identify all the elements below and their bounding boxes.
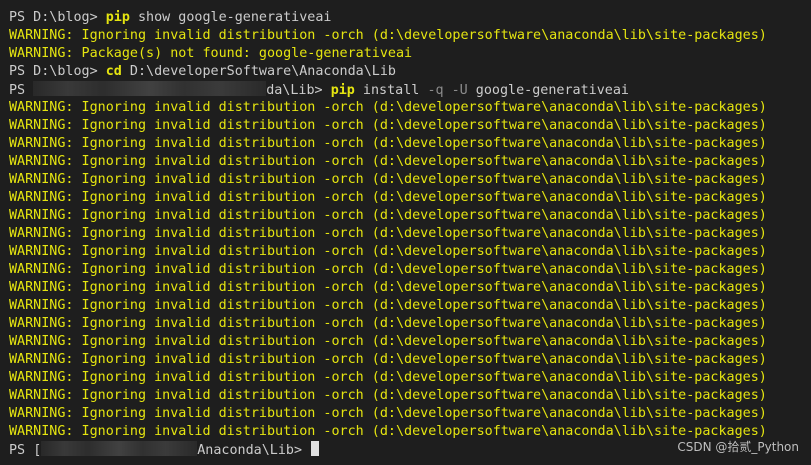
warning-line: WARNING: Ignoring invalid distribution -…	[9, 154, 767, 169]
warning-line: WARNING: Ignoring invalid distribution -…	[9, 28, 767, 43]
command-name: pip	[105, 10, 130, 25]
warning-line: WARNING: Ignoring invalid distribution -…	[9, 388, 767, 403]
warning-line: WARNING: Ignoring invalid distribution -…	[9, 406, 767, 421]
command-args: D:\developerSoftware\Anaconda\Lib	[121, 64, 396, 79]
text-cursor	[311, 441, 320, 456]
command-args: show google-generativeai	[129, 10, 332, 25]
warning-line: WARNING: Ignoring invalid distribution -…	[9, 370, 767, 385]
terminal-line: PS da\Lib> pip install -q -U google-gene…	[9, 81, 811, 99]
command-name: cd	[105, 64, 122, 79]
warning-line: WARNING: Ignoring invalid distribution -…	[9, 316, 767, 331]
warning-line: WARNING: Ignoring invalid distribution -…	[9, 298, 767, 313]
prompt: PS D:\blog>	[9, 64, 106, 79]
warning-line: WARNING: Ignoring invalid distribution -…	[9, 172, 767, 187]
command-args: install	[354, 83, 428, 98]
terminal-line: PS D:\blog> pip show google-generativeai	[9, 9, 811, 27]
command-flags: -q -U	[427, 83, 468, 98]
prompt-fragment: [	[33, 443, 42, 458]
warning-line: WARNING: Ignoring invalid distribution -…	[9, 262, 767, 277]
warning-line: WARNING: Ignoring invalid distribution -…	[9, 118, 767, 133]
prompt: PS D:\blog>	[9, 10, 106, 25]
warning-line: WARNING: Ignoring invalid distribution -…	[9, 136, 767, 151]
warning-line: WARNING: Ignoring invalid distribution -…	[9, 190, 767, 205]
warning-line: WARNING: Ignoring invalid distribution -…	[9, 100, 767, 115]
warning-line: WARNING: Ignoring invalid distribution -…	[9, 334, 767, 349]
warning-line: WARNING: Ignoring invalid distribution -…	[9, 280, 767, 295]
command-args: google-generativeai	[467, 83, 629, 98]
prompt-start: PS	[9, 83, 34, 98]
warning-line: WARNING: Ignoring invalid distribution -…	[9, 352, 767, 367]
command-name: pip	[330, 83, 355, 98]
terminal-line: PS D:\blog> cd D:\developerSoftware\Anac…	[9, 63, 811, 81]
prompt-end: da\Lib>	[266, 83, 331, 98]
warning-line: WARNING: Package(s) not found: google-ge…	[9, 46, 413, 61]
terminal-window[interactable]: PS D:\blog> pip show google-generativeai…	[0, 0, 811, 465]
watermark: CSDN @拾贰_Python	[677, 440, 799, 454]
warning-line: WARNING: Ignoring invalid distribution -…	[9, 208, 767, 223]
redacted-path	[41, 441, 198, 456]
prompt-end: Anaconda\Lib>	[197, 443, 311, 458]
warning-line: WARNING: Ignoring invalid distribution -…	[9, 226, 767, 241]
redacted-path	[33, 81, 267, 96]
warning-list: WARNING: Ignoring invalid distribution -…	[9, 99, 811, 441]
prompt-start: PS	[9, 443, 34, 458]
warning-line: WARNING: Ignoring invalid distribution -…	[9, 244, 767, 259]
